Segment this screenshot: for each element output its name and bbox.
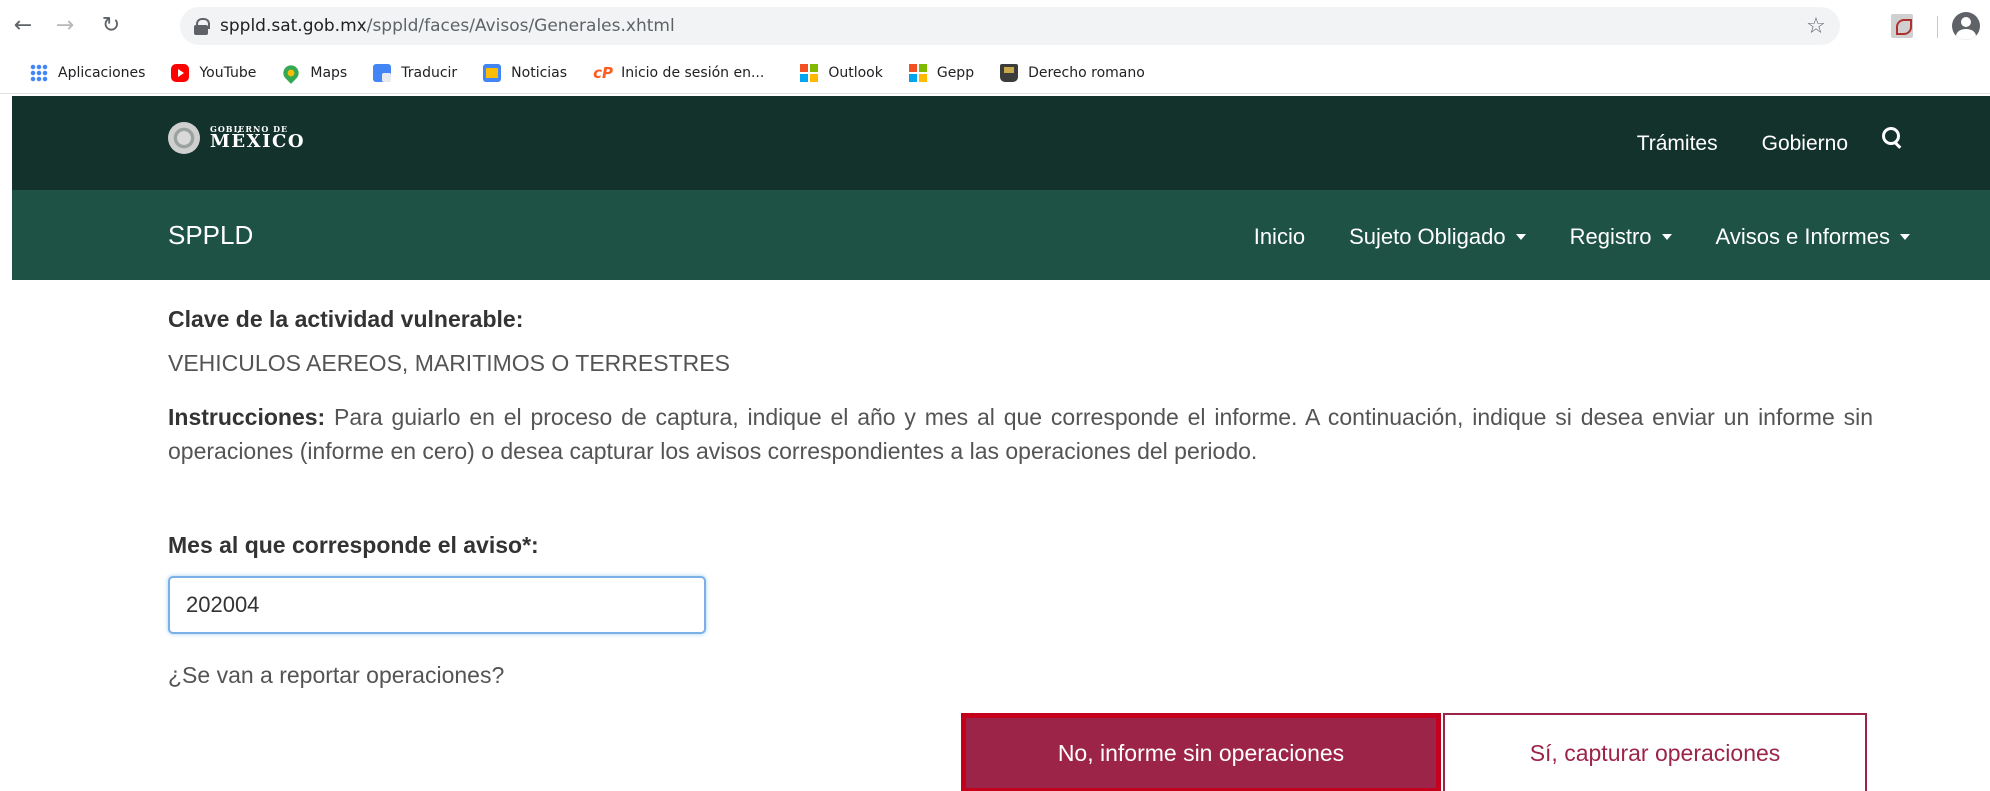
bookmark-noticias[interactable]: Noticias (483, 63, 567, 82)
nav-avisos-informes[interactable]: Avisos e Informes (1716, 224, 1910, 250)
site-nav-menu: Inicio Sujeto Obligado Registro Avisos e… (1210, 224, 1910, 250)
instructions: Instrucciones: Para guiarlo en el proces… (168, 400, 1873, 468)
youtube-icon (171, 63, 190, 82)
bookmark-inicio-sesion[interactable]: cP Inicio de sesión en... (593, 64, 764, 82)
seal-icon (168, 122, 200, 154)
address-bar[interactable]: sppld.sat.gob.mx/sppld/faces/Avisos/Gene… (180, 7, 1840, 45)
bookmark-gepp[interactable]: Gepp (908, 63, 974, 82)
operations-question: ¿Se van a reportar operaciones? (168, 662, 505, 688)
reload-icon[interactable]: ↻ (96, 10, 126, 40)
book-icon (1000, 63, 1019, 82)
nav-registro[interactable]: Registro (1570, 224, 1672, 250)
search-icon[interactable] (1882, 127, 1902, 147)
cp-icon: cP (593, 63, 613, 82)
capture-operations-button[interactable]: Sí, capturar operaciones (1443, 713, 1867, 791)
bookmarks-bar: Aplicaciones YouTube Maps Traducir Notic… (0, 52, 1990, 94)
news-icon (483, 63, 502, 82)
microsoft-icon (800, 63, 819, 82)
lock-icon (194, 18, 210, 35)
maps-pin-icon (280, 61, 303, 84)
forward-arrow-icon[interactable]: → (50, 10, 80, 40)
toolbar-separator (1937, 16, 1938, 38)
url-text: sppld.sat.gob.mx/sppld/faces/Avisos/Gene… (220, 16, 675, 36)
gob-mexico-logo[interactable]: GOBIERNO DE MÉXICO (168, 122, 305, 154)
no-operations-button[interactable]: No, informe sin operaciones (961, 713, 1441, 791)
gob-header: GOBIERNO DE MÉXICO Trámites Gobierno (12, 96, 1990, 190)
month-input[interactable] (168, 576, 706, 634)
nav-sujeto-obligado[interactable]: Sujeto Obligado (1349, 224, 1526, 250)
activity-label: Clave de la actividad vulnerable: (168, 306, 524, 332)
month-label: Mes al que corresponde el aviso*: (168, 532, 539, 558)
gob-nav: Trámites Gobierno (1593, 127, 1902, 156)
pdf-extension-icon[interactable] (1886, 10, 1918, 42)
bookmark-traducir[interactable]: Traducir (373, 63, 457, 82)
bookmark-maps[interactable]: Maps (280, 61, 347, 84)
instructions-title: Instrucciones: (168, 404, 326, 430)
nav-tramites[interactable]: Trámites (1637, 132, 1718, 156)
bookmark-apps[interactable]: Aplicaciones (30, 63, 145, 82)
nav-inicio[interactable]: Inicio (1254, 224, 1305, 250)
bookmark-youtube[interactable]: YouTube (171, 63, 256, 82)
caret-down-icon (1661, 234, 1672, 240)
translate-icon (373, 63, 392, 82)
activity-value: VEHICULOS AEREOS, MARITIMOS O TERRESTRES (168, 350, 730, 376)
instructions-text: Para guiarlo en el proceso de captura, i… (168, 404, 1873, 464)
site-navbar: SPPLD Inicio Sujeto Obligado Registro Av… (12, 190, 1990, 280)
apps-grid-icon (30, 63, 48, 82)
star-bookmark-icon[interactable]: ☆ (1800, 10, 1832, 42)
bookmark-derecho-romano[interactable]: Derecho romano (1000, 63, 1145, 82)
microsoft-icon (908, 63, 927, 82)
back-arrow-icon[interactable]: ← (8, 10, 38, 40)
site-brand[interactable]: SPPLD (168, 220, 253, 251)
account-icon[interactable] (1950, 10, 1982, 42)
nav-gobierno[interactable]: Gobierno (1762, 132, 1848, 156)
bookmark-outlook[interactable]: Outlook (800, 63, 883, 82)
browser-toolbar: ← → ↻ sppld.sat.gob.mx/sppld/faces/Aviso… (0, 0, 1990, 52)
caret-down-icon (1900, 234, 1910, 240)
caret-down-icon (1515, 234, 1526, 240)
